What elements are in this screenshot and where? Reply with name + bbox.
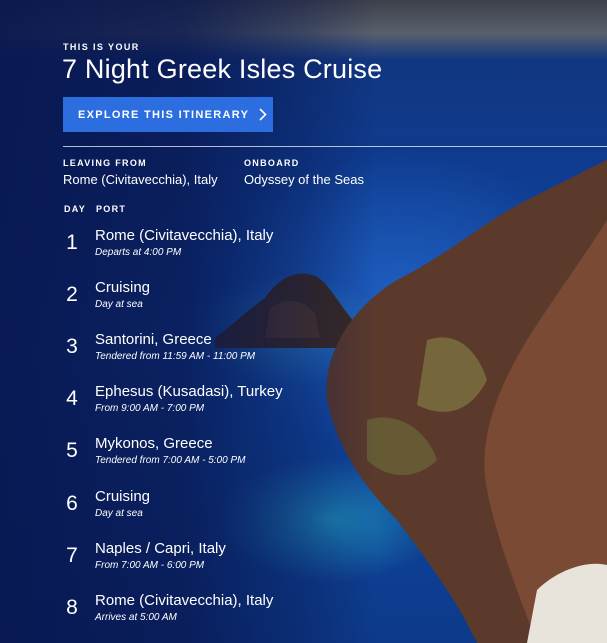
port-name: Rome (Civitavecchia), Italy: [95, 227, 274, 244]
port-time: Tendered from 11:59 AM - 11:00 PM: [95, 351, 256, 362]
chevron-right-icon: [259, 108, 267, 121]
port-time: Day at sea: [95, 299, 143, 310]
port-name: Ephesus (Kusadasi), Turkey: [95, 383, 283, 400]
day-number: 4: [66, 387, 78, 410]
port-name: Naples / Capri, Italy: [95, 540, 226, 557]
explore-itinerary-button[interactable]: EXPLORE THIS ITINERARY: [63, 97, 273, 132]
port-name: Santorini, Greece: [95, 331, 212, 348]
day-number: 8: [66, 596, 78, 619]
port-time: Day at sea: [95, 508, 143, 519]
port-name: Cruising: [95, 279, 151, 296]
itinerary-row: 7 Naples / Capri, Italy From 7:00 AM - 6…: [0, 540, 400, 590]
eyebrow-text: THIS IS YOUR: [63, 42, 140, 52]
port-name: Rome (Civitavecchia), Italy: [95, 592, 274, 609]
itinerary-row: 1 Rome (Civitavecchia), Italy Departs at…: [0, 227, 400, 277]
day-column-header: DAY: [64, 204, 87, 214]
day-number: 7: [66, 544, 78, 567]
port-time: From 7:00 AM - 6:00 PM: [95, 560, 205, 571]
port-column-header: PORT: [96, 204, 127, 214]
onboard-label: ONBOARD: [244, 158, 300, 168]
itinerary-row: 4 Ephesus (Kusadasi), Turkey From 9:00 A…: [0, 383, 400, 433]
ship-name: Odyssey of the Seas: [244, 172, 364, 187]
itinerary-row: 3 Santorini, Greece Tendered from 11:59 …: [0, 331, 400, 381]
explore-itinerary-label: EXPLORE THIS ITINERARY: [78, 108, 250, 121]
itinerary-row: 8 Rome (Civitavecchia), Italy Arrives at…: [0, 592, 400, 642]
itinerary-row: 5 Mykonos, Greece Tendered from 7:00 AM …: [0, 435, 400, 485]
day-number: 1: [66, 231, 78, 254]
itinerary-row: 6 Cruising Day at sea: [0, 488, 400, 538]
port-time: From 9:00 AM - 7:00 PM: [95, 403, 205, 414]
itinerary-row: 2 Cruising Day at sea: [0, 279, 400, 329]
port-time: Tendered from 7:00 AM - 5:00 PM: [95, 455, 246, 466]
port-name: Cruising: [95, 488, 151, 505]
port-time: Departs at 4:00 PM: [95, 247, 182, 258]
port-time: Arrives at 5:00 AM: [95, 612, 177, 623]
day-number: 6: [66, 492, 78, 515]
leaving-from-label: LEAVING FROM: [63, 158, 147, 168]
day-number: 5: [66, 439, 78, 462]
leaving-from-value: Rome (Civitavecchia), Italy: [63, 172, 218, 187]
divider: [63, 146, 607, 147]
day-number: 3: [66, 335, 78, 358]
page-title: 7 Night Greek Isles Cruise: [62, 54, 383, 84]
day-number: 2: [66, 283, 78, 306]
port-name: Mykonos, Greece: [95, 435, 213, 452]
